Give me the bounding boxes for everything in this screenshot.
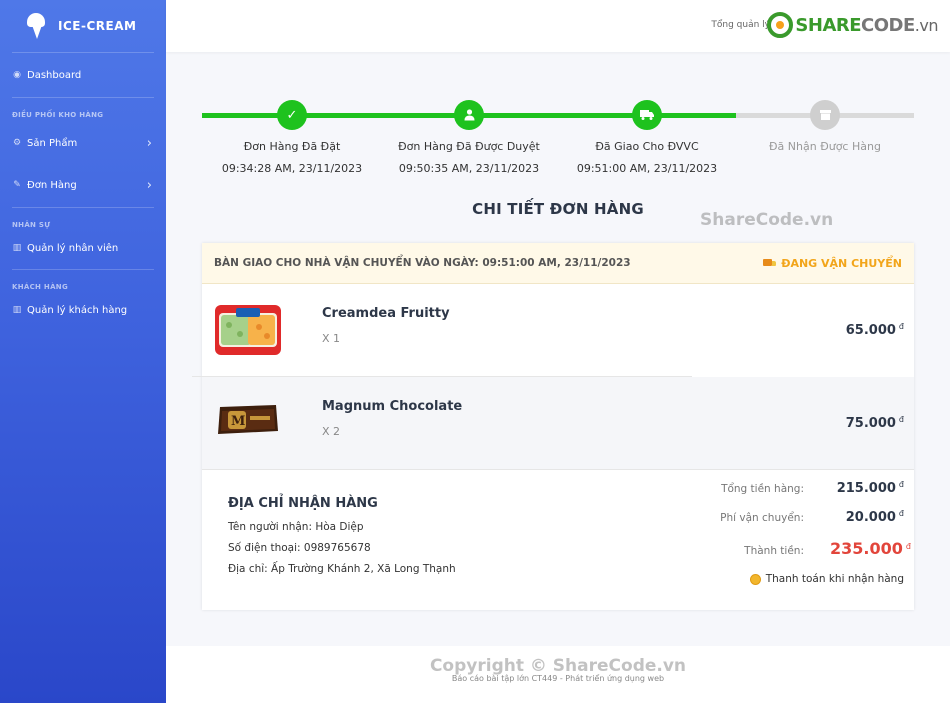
sharecode-logo-text: SHARECODE.vn (795, 14, 938, 36)
list-item[interactable]: Creamdea Fruitty X 1 65.000 đ (202, 284, 914, 376)
status-badge: ĐANG VẬN CHUYỂN (763, 257, 902, 270)
box-icon (810, 100, 840, 130)
shipping-fee-label: Phí vận chuyển: (720, 512, 804, 524)
sidebar-item-label: Đơn Hàng (27, 179, 77, 191)
handover-text: BÀN GIAO CHO NHÀ VẬN CHUYỂN VÀO NGÀY: 09… (214, 257, 631, 269)
sidebar-item-customers[interactable]: ▥ Quản lý khách hàng (0, 295, 166, 325)
product-image-magnum: M (214, 401, 282, 455)
progress-step-approved: Đơn Hàng Đã Được Duyệt 09:50:35 AM, 23/1… (379, 96, 559, 175)
progress-step-shipped: Đã Giao Cho ĐVVC 09:51:00 AM, 23/11/2023 (557, 96, 737, 175)
recipient-address: Địa chỉ: Ấp Trường Khánh 2, Xã Long Thạn… (228, 563, 456, 575)
step-time: 09:50:35 AM, 23/11/2023 (398, 162, 540, 175)
top-header: Tổng quản lý SHARECODE.vn (166, 0, 950, 52)
copyright-watermark: Copyright © ShareCode.vn (429, 656, 687, 676)
chevron-right-icon: › (146, 135, 152, 151)
chart-icon: ▥ (12, 305, 22, 315)
brand[interactable]: ICE-CREAM (0, 0, 166, 52)
footer: Copyright © ShareCode.vn Báo cáo bài tập… (166, 646, 950, 703)
order-progress: ✓ Đơn Hàng Đã Đặt 09:34:28 AM, 23/11/202… (202, 96, 914, 186)
sidebar-item-label: Dashboard (27, 69, 82, 81)
sidebar-item-label: Quản lý khách hàng (27, 304, 128, 316)
section-heading-hr: NHÂN SỰ (12, 221, 51, 229)
subtotal-label: Tổng tiền hàng: (721, 483, 804, 495)
dashboard-icon: ◉ (13, 70, 21, 80)
step-time: 09:51:00 AM, 23/11/2023 (576, 162, 718, 175)
progress-step-received: Đã Nhận Được Hàng (735, 96, 915, 153)
total-value: 235.000 đ (830, 539, 911, 558)
product-image-creamdea (214, 303, 282, 357)
chevron-right-icon: › (146, 177, 152, 193)
address-title: ĐỊA CHỈ NHẬN HÀNG (228, 496, 378, 511)
recipient-phone: Số điện thoại: 0989765678 (228, 542, 371, 554)
product-price: 75.000 đ (845, 415, 904, 431)
chart-icon: ▥ (12, 243, 22, 253)
user-icon (454, 100, 484, 130)
ice-cream-icon (26, 13, 46, 39)
footer-text: Báo cáo bài tập lớn CT449 - Phát triển ứ… (451, 674, 665, 683)
svg-text:M: M (231, 414, 245, 429)
step-time: 09:34:28 AM, 23/11/2023 (221, 162, 363, 175)
recipient-name: Tên người nhận: Hòa Diệp (228, 521, 364, 533)
subtotal-value: 215.000 đ (836, 480, 904, 496)
watermark: ShareCode.vn (700, 210, 834, 230)
order-detail-card: BÀN GIAO CHO NHÀ VẬN CHUYỂN VÀO NGÀY: 09… (192, 243, 914, 610)
divider (202, 469, 914, 470)
step-label: Đã Nhận Được Hàng (769, 140, 881, 153)
sharecode-logo: SHARECODE.vn (767, 12, 939, 38)
product-qty: X 2 (322, 425, 341, 438)
admin-label[interactable]: Tổng quản lý (711, 20, 770, 30)
brand-name: ICE-CREAM (58, 19, 137, 33)
shipping-fee-value: 20.000 đ (845, 509, 904, 525)
sidebar-item-dashboard[interactable]: ◉ Dashboard (0, 53, 166, 97)
progress-step-placed: ✓ Đơn Hàng Đã Đặt 09:34:28 AM, 23/11/202… (202, 96, 382, 175)
payment-method: Thanh toán khi nhận hàng (749, 573, 904, 585)
step-label: Đơn Hàng Đã Được Duyệt (398, 140, 540, 153)
product-name: Magnum Chocolate (322, 399, 463, 414)
step-label: Đã Giao Cho ĐVVC (595, 140, 699, 153)
sharecode-logo-icon (767, 12, 794, 38)
sidebar: ICE-CREAM ◉ Dashboard ĐIỀU PHỐI KHO HÀNG… (0, 0, 166, 703)
wrench-icon: ✎ (13, 180, 21, 190)
section-heading-customers: KHÁCH HÀNG (12, 283, 69, 291)
sidebar-item-products[interactable]: ⚙ Sản Phẩm › (0, 123, 166, 163)
product-qty: X 1 (322, 332, 341, 345)
coin-icon (749, 573, 761, 585)
sidebar-item-orders[interactable]: ✎ Đơn Hàng › (0, 163, 166, 207)
total-row: Thành tiền: 235.000 đ (694, 539, 911, 558)
subtotal-row: Tổng tiền hàng: 215.000 đ (694, 480, 904, 496)
check-icon: ✓ (277, 100, 307, 130)
list-item[interactable]: M Magnum Chocolate X 2 75.000 đ (202, 377, 914, 469)
step-label: Đơn Hàng Đã Đặt (243, 140, 341, 153)
sidebar-item-staff[interactable]: ▥ Quản lý nhân viên (0, 233, 166, 263)
shipping-fee-row: Phí vận chuyển: 20.000 đ (694, 509, 904, 525)
truck-icon (632, 100, 662, 130)
sidebar-item-label: Quản lý nhân viên (27, 242, 119, 254)
gear-icon: ⚙ (12, 138, 22, 148)
product-price: 65.000 đ (845, 322, 904, 338)
truck-icon (763, 258, 777, 268)
product-name: Creamdea Fruitty (322, 306, 450, 321)
section-heading-inventory: ĐIỀU PHỐI KHO HÀNG (12, 111, 104, 119)
sidebar-item-label: Sản Phẩm (27, 137, 78, 149)
shipping-info-bar: BÀN GIAO CHO NHÀ VẬN CHUYỂN VÀO NGÀY: 09… (202, 243, 914, 284)
total-label: Thành tiền: (744, 545, 804, 557)
